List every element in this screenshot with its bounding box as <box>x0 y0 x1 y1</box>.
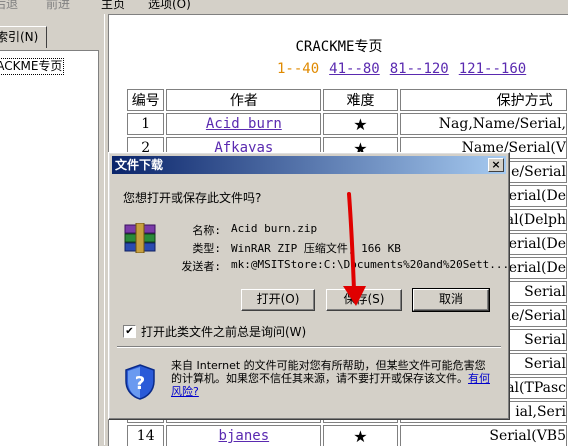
sender-label: 发送者: <box>181 260 221 273</box>
menu-bar: 后退 前进 主页 选项(O) <box>0 0 568 14</box>
index-tab[interactable]: 索引(N) <box>0 26 47 48</box>
forward-menu[interactable]: 前进 <box>46 0 70 11</box>
table-header-row: 编号 作者 难度 保护方式 <box>127 89 567 111</box>
dialog-separator <box>117 346 501 348</box>
row-author: bjanes <box>166 425 322 446</box>
nav-link-121-160[interactable]: 121--160 <box>459 61 526 77</box>
file-name-value: Acid burn.zip <box>231 222 318 235</box>
name-label: 名称: <box>192 224 221 237</box>
cancel-button[interactable]: 取消 <box>412 288 490 312</box>
security-shield-icon: ? <box>125 364 155 400</box>
header-author: 作者 <box>166 89 322 111</box>
close-icon[interactable]: × <box>488 158 504 172</box>
dialog-titlebar[interactable]: 文件下载 × <box>112 156 506 174</box>
row-difficulty: ★ <box>323 113 398 135</box>
nav-link-81-120[interactable]: 81--120 <box>390 61 449 77</box>
index-list[interactable]: CRACKME专页 <box>0 50 99 446</box>
difficulty-star: ★ <box>353 114 368 134</box>
dialog-question: 您想打开或保存此文件吗? <box>123 191 262 205</box>
row-protection: Serial(VB5 <box>399 425 567 446</box>
header-protection: 保护方式 <box>399 89 567 111</box>
difficulty-star: ★ <box>353 426 368 446</box>
row-difficulty: ★ <box>323 425 398 446</box>
always-ask-label[interactable]: 打开此类文件之前总是询问(W) <box>141 323 306 340</box>
security-warning: 来自 Internet 的文件可能对您有所帮助，但某些文件可能危害您的计算机。如… <box>171 359 491 398</box>
always-ask-checkbox[interactable]: ✔ <box>123 325 136 338</box>
file-download-dialog: 文件下载 × 您想打开或保存此文件吗? 名称: Acid burn.zip 类型… <box>108 152 510 420</box>
header-num: 编号 <box>127 89 165 111</box>
warning-text: 来自 Internet 的文件可能对您有所帮助，但某些文件可能危害您的计算机。如… <box>171 359 486 385</box>
table-row: 14 bjanes ★ Serial(VB5 <box>127 425 567 446</box>
row-author: Acid burn <box>166 113 322 135</box>
back-menu[interactable]: 后退 <box>0 0 18 11</box>
page-title: CRACKME专页 <box>295 39 383 55</box>
table-row: 1 Acid burn ★ Nag,Name/Serial, <box>127 113 567 135</box>
nav-link-41-80[interactable]: 41--80 <box>329 61 380 77</box>
author-link[interactable]: bjanes <box>219 428 270 444</box>
winrar-archive-icon <box>124 223 156 253</box>
nav-current-range: 1--40 <box>277 61 320 77</box>
index-tab-label: 索引(N) <box>0 30 39 44</box>
home-menu[interactable]: 主页 <box>101 0 125 11</box>
range-nav: 1--40 41--80 81--120 121--160 <box>277 61 536 77</box>
type-label: 类型: <box>192 242 221 255</box>
author-link[interactable]: Acid burn <box>206 116 282 132</box>
options-menu[interactable]: 选项(O) <box>148 0 191 11</box>
index-list-item[interactable]: CRACKME专页 <box>0 58 65 75</box>
open-button[interactable]: 打开(O) <box>241 289 315 311</box>
save-button[interactable]: 保存(S) <box>326 289 402 311</box>
row-number: 14 <box>127 425 165 446</box>
svg-text:?: ? <box>135 373 145 394</box>
dialog-title: 文件下载 <box>115 158 164 172</box>
header-difficulty: 难度 <box>323 89 398 111</box>
row-number: 1 <box>127 113 165 135</box>
sender-value: mk:@MSITStore:C:\Documents%20and%20Sett.… <box>231 258 510 271</box>
row-protection: Nag,Name/Serial, <box>399 113 567 135</box>
file-type-value: WinRAR ZIP 压缩文件, 166 KB <box>231 242 401 255</box>
